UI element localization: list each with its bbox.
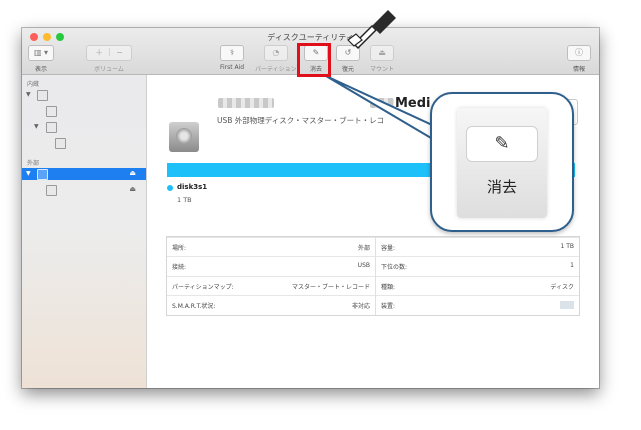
sidebar-toggle-icon: ▥ ▾ xyxy=(28,45,54,61)
first-aid-button[interactable]: ⚕ First Aid xyxy=(220,45,244,71)
volume-name: disk3s1 xyxy=(177,183,208,191)
eject-icon[interactable]: ⏏ xyxy=(129,169,136,177)
restore-icon: ↺ xyxy=(336,45,360,61)
mount-button[interactable]: ⏏ マウント xyxy=(370,45,394,73)
disk-title: Medi xyxy=(395,96,431,111)
redacted-disk-name xyxy=(218,98,274,108)
info-row-capacity: 容量: 1 TB xyxy=(376,237,579,257)
sidebar-header-internal: 内蔵 xyxy=(27,81,40,88)
volume-icon xyxy=(46,185,57,196)
sidebar-item-internal-disk[interactable]: ▼ xyxy=(22,89,146,101)
disk-icon xyxy=(46,122,57,133)
disclosure-triangle-icon[interactable]: ▼ xyxy=(26,170,31,177)
info-table: 場所: 外部 接続: USB パーティションマップ: マスター・ブート・レコード… xyxy=(166,236,580,316)
erase-button-highlight xyxy=(297,43,331,77)
disk-icon xyxy=(37,90,48,101)
partition-icon: ◔ xyxy=(263,45,288,61)
sidebar-item-external-disk[interactable]: ▼ ⏏ xyxy=(22,168,146,180)
hard-disk-icon xyxy=(169,122,199,152)
info-button[interactable]: ⓘ 情報 xyxy=(567,45,591,73)
volume-icon xyxy=(55,138,66,149)
volume-size: 1 TB xyxy=(177,196,192,204)
info-row-type: 種類: ディスク xyxy=(376,276,579,296)
callout-label: 消去 xyxy=(486,178,517,196)
sidebar-item-internal-volume[interactable] xyxy=(22,105,146,117)
sidebar-header-external: 外部 xyxy=(27,160,40,167)
info-row-child-count: 下位の数: 1 xyxy=(376,256,579,276)
stethoscope-icon: ⚕ xyxy=(220,45,245,61)
info-row-connection: 接続: USB xyxy=(167,256,375,276)
redacted-disk-name-end xyxy=(370,98,394,108)
disclosure-triangle-icon[interactable]: ▼ xyxy=(26,91,31,98)
erase-icon: ✎ xyxy=(466,126,538,162)
info-row-smart-status: S.M.A.R.T.状況: 非対応 xyxy=(167,295,375,315)
disk-description: USB 外部物理ディスク・マスター・ブート・レコ xyxy=(217,116,385,125)
restore-button[interactable]: ↺ 復元 xyxy=(336,45,360,73)
volume-color-dot xyxy=(167,185,173,191)
volume-icon: ＋ ｜ − xyxy=(86,45,132,61)
view-button[interactable]: ▥ ▾ 表示 xyxy=(28,45,54,73)
eject-icon[interactable]: ⏏ xyxy=(129,185,136,193)
info-icon: ⓘ xyxy=(567,45,591,61)
mount-icon: ⏏ xyxy=(370,45,394,61)
window-title: ディスクユーティリティ xyxy=(267,33,354,42)
sidebar-item-external-volume[interactable]: ⏏ xyxy=(22,184,146,196)
partition-button[interactable]: ◔ パーティション xyxy=(255,45,297,73)
volume-icon xyxy=(46,106,57,117)
disclosure-triangle-icon[interactable]: ▼ xyxy=(34,123,39,130)
info-row-device: 装置: xyxy=(376,295,579,315)
redacted-device-id xyxy=(560,301,574,309)
callout-erase-button: ✎ 消去 xyxy=(457,108,547,218)
volume-button[interactable]: ＋ ｜ − ボリューム xyxy=(86,45,132,73)
info-row-location: 場所: 外部 xyxy=(167,237,375,257)
sidebar-item-internal-container[interactable]: ▼ xyxy=(22,121,146,133)
info-row-partition-map: パーティションマップ: マスター・ブート・レコード xyxy=(167,276,375,296)
erase-callout: ✎ 消去 xyxy=(430,92,574,232)
disk-icon xyxy=(37,169,48,180)
sidebar-item-internal-subvolume[interactable] xyxy=(22,137,146,149)
sidebar: 内蔵 ▼ ▼ 外部 ▼ ⏏ ⏏ xyxy=(22,75,147,388)
